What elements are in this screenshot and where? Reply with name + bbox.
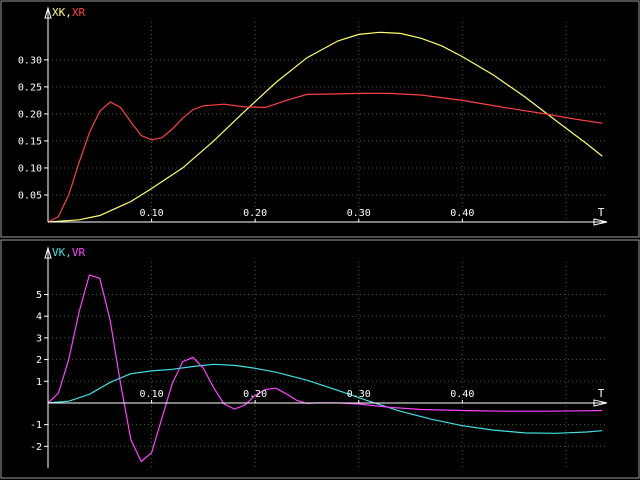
x-tick-label-2: 0.30 bbox=[347, 208, 371, 219]
chart-title-part-0: XK, bbox=[52, 6, 72, 19]
y-tick-label-2: 1 bbox=[36, 377, 42, 388]
y-tick-label-4: 3 bbox=[36, 333, 42, 344]
x-tick-label-1: 0.20 bbox=[243, 389, 267, 400]
y-tick-label-3: 2 bbox=[36, 355, 42, 366]
y-tick-label-3: 0.20 bbox=[18, 109, 42, 120]
chart-title-part-1: VR bbox=[72, 246, 86, 259]
chart-title-part-1: XR bbox=[72, 6, 86, 19]
chart-title-part-0: VK, bbox=[52, 246, 72, 259]
x-tick-label-3: 0.40 bbox=[450, 208, 474, 219]
x-tick-label-1: 0.20 bbox=[243, 208, 267, 219]
y-tick-label-1: -1 bbox=[30, 420, 42, 431]
y-tick-label-6: 5 bbox=[36, 290, 42, 301]
y-tick-label-2: 0.15 bbox=[18, 136, 42, 147]
chart-canvas: 0.05 0.10 0.15 0.20 0.25 0.30 0.10 0.20 0.30 0.40… bbox=[0, 0, 640, 480]
chart-title: VK,VR bbox=[52, 246, 85, 259]
chart-title: XK,XR bbox=[52, 6, 85, 19]
x-axis-label: T bbox=[598, 206, 605, 219]
y-tick-label-1: 0.10 bbox=[18, 163, 42, 174]
y-tick-label-0: 0.05 bbox=[18, 190, 42, 201]
y-tick-label-5: 4 bbox=[36, 312, 42, 323]
x-axis-label: T bbox=[598, 387, 605, 400]
x-tick-label-0: 0.10 bbox=[140, 208, 164, 219]
x-tick-label-3: 0.40 bbox=[450, 389, 474, 400]
x-tick-label-2: 0.30 bbox=[347, 389, 371, 400]
y-tick-label-4: 0.25 bbox=[18, 82, 42, 93]
x-tick-label-0: 0.10 bbox=[140, 389, 164, 400]
y-tick-label-0: -2 bbox=[30, 442, 42, 453]
y-tick-label-5: 0.30 bbox=[18, 55, 42, 66]
